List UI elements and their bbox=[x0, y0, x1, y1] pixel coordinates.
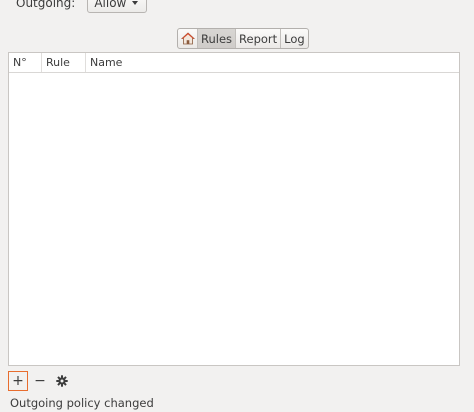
column-header-name[interactable]: Name bbox=[86, 53, 459, 72]
table-header: N° Rule Name bbox=[9, 53, 459, 73]
edit-rule-button[interactable] bbox=[52, 371, 72, 391]
rules-table[interactable]: N° Rule Name bbox=[8, 52, 460, 366]
remove-rule-button[interactable]: − bbox=[30, 371, 50, 391]
outgoing-policy-dropdown[interactable]: Allow bbox=[87, 0, 148, 13]
chevron-down-icon bbox=[132, 1, 139, 5]
rules-toolbar: + − bbox=[8, 371, 74, 391]
status-message: Outgoing policy changed bbox=[10, 396, 154, 410]
column-header-number[interactable]: N° bbox=[9, 53, 42, 72]
gear-icon bbox=[56, 375, 68, 387]
tab-log[interactable]: Log bbox=[281, 29, 308, 48]
outgoing-policy-row: Outgoing: Allow bbox=[16, 0, 148, 14]
tab-home[interactable] bbox=[178, 29, 198, 48]
outgoing-label: Outgoing: bbox=[16, 0, 76, 10]
view-tabs: Rules Report Log bbox=[177, 28, 309, 49]
add-rule-button[interactable]: + bbox=[8, 371, 28, 391]
firewall-window: Outgoing: Allow Rules Report Log N° Rule… bbox=[0, 0, 474, 412]
tab-rules[interactable]: Rules bbox=[198, 29, 237, 48]
tab-report[interactable]: Report bbox=[236, 29, 282, 48]
column-header-rule[interactable]: Rule bbox=[42, 53, 86, 72]
home-icon bbox=[180, 32, 195, 45]
outgoing-policy-value: Allow bbox=[94, 0, 127, 10]
